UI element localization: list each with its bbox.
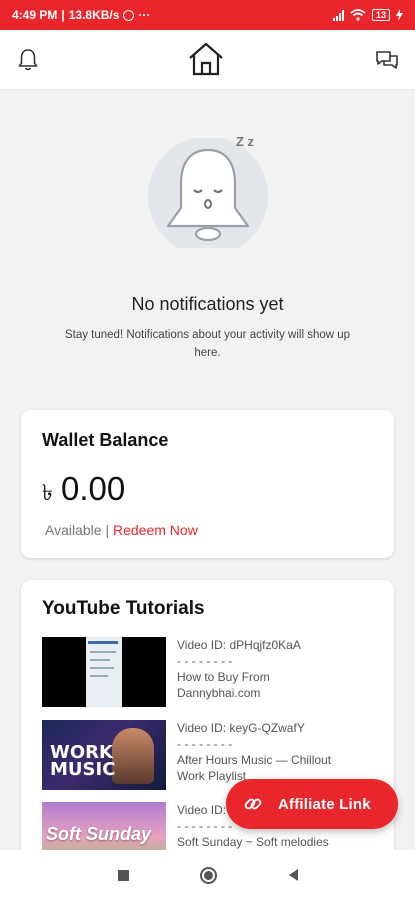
status-network-speed: 13.8KB/s	[68, 8, 120, 22]
video-divider: - - - - - - - -	[177, 654, 233, 668]
balance-value: 0.00	[60, 470, 126, 507]
system-navigation-bar	[0, 850, 415, 900]
video-divider: - - - - - - - -	[177, 737, 233, 751]
video-id: Video ID: keyG-QZwafY	[177, 721, 305, 735]
video-title-line2: Dannybhai.com	[177, 686, 261, 700]
separator: |	[105, 522, 110, 538]
affiliate-link-label: Affiliate Link	[278, 795, 371, 813]
home-icon[interactable]	[185, 38, 227, 80]
video-title: After Hours Music — Chillout	[177, 753, 332, 767]
charging-icon	[396, 9, 403, 21]
video-thumbnail[interactable]: WORK MUSIC	[42, 720, 166, 790]
available-label: Available	[45, 522, 102, 538]
video-title: Soft Sunday ~ Soft melodies	[177, 835, 329, 849]
sync-icon	[123, 9, 135, 21]
link-icon	[242, 793, 264, 815]
bell-icon[interactable]	[14, 46, 42, 74]
video-info: Video ID: dPHqjfz0KaA - - - - - - - - Ho…	[177, 637, 377, 701]
status-time: 4:49 PM	[12, 8, 58, 22]
empty-state-title: No notifications yet	[131, 294, 284, 314]
video-item[interactable]: Video ID: dPHqjfz0KaA - - - - - - - - Ho…	[42, 637, 382, 707]
wallet-card: Wallet Balance ৳ 0.00 Available | Redeem…	[21, 410, 394, 558]
back-button[interactable]	[278, 850, 308, 900]
recents-button[interactable]	[108, 850, 138, 900]
top-app-bar	[0, 30, 415, 90]
wallet-amount: ৳ 0.00	[42, 470, 125, 513]
video-title: How to Buy From	[177, 670, 270, 684]
currency-symbol: ৳	[42, 480, 53, 505]
empty-state-subtitle: Stay tuned! Notifications about your act…	[64, 329, 351, 359]
home-button[interactable]	[193, 850, 223, 900]
affiliate-link-button[interactable]: Affiliate Link	[226, 779, 398, 829]
status-bar: 4:49 PM | 13.8KB/s ··· 13	[0, 0, 415, 30]
video-id: Video ID: dPHqjfz0KaA	[177, 638, 301, 652]
chat-icon[interactable]	[373, 46, 401, 74]
wallet-title: Wallet Balance	[42, 430, 169, 450]
battery-icon: 13	[371, 9, 390, 21]
wifi-icon	[350, 9, 366, 21]
thumb-text: Soft Sunday	[46, 824, 152, 844]
tutorials-title: YouTube Tutorials	[42, 598, 205, 619]
video-thumbnail[interactable]	[42, 637, 166, 707]
thumb-text-line2: MUSIC	[50, 759, 116, 780]
signal-icon	[332, 9, 344, 21]
sleeping-bell-illustration: Z z	[148, 134, 268, 256]
wallet-status-row: Available | Redeem Now	[45, 522, 198, 538]
status-dots: ···	[138, 8, 151, 22]
redeem-now-link[interactable]: Redeem Now	[113, 522, 198, 538]
video-info: Video ID: keyG-QZwafY - - - - - - - - Af…	[177, 720, 377, 784]
youtube-tutorials-card: YouTube Tutorials Video ID: dPHqjfz0KaA …	[21, 580, 394, 880]
sleep-zz-text: Z z	[236, 134, 255, 149]
